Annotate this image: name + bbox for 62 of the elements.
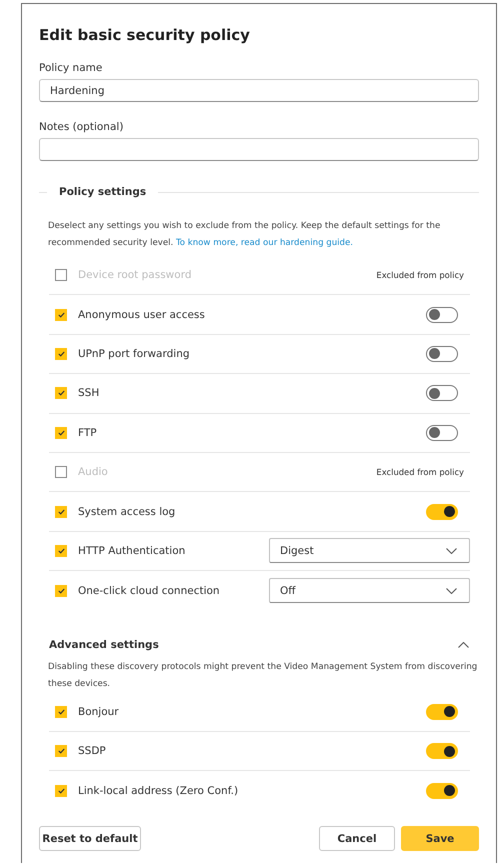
checkbox[interactable] bbox=[55, 269, 67, 282]
setting-label: HTTP Authentication bbox=[78, 544, 186, 557]
setting-label: SSDP bbox=[78, 745, 107, 758]
checkbox[interactable] bbox=[55, 348, 67, 360]
excluded-note: Excluded from policy bbox=[376, 467, 464, 478]
checkbox[interactable] bbox=[55, 584, 67, 597]
check-icon bbox=[58, 708, 64, 715]
dropdown[interactable]: Off bbox=[269, 578, 470, 604]
check-icon bbox=[58, 588, 64, 594]
setting-label: Bonjour bbox=[78, 706, 120, 718]
check-icon bbox=[58, 430, 64, 436]
setting-label: Anonymous user access bbox=[78, 308, 206, 321]
cancel-button[interactable]: Cancel bbox=[319, 826, 395, 851]
setting-label: Device root password bbox=[78, 269, 192, 282]
checkbox[interactable] bbox=[55, 506, 67, 518]
toggle-switch[interactable] bbox=[426, 704, 458, 720]
chevron-down-icon bbox=[446, 588, 457, 594]
reset-button[interactable]: Reset to default bbox=[39, 826, 141, 851]
setting-label: One-click cloud connection bbox=[78, 584, 221, 597]
description: Disabling these discovery protocols might prevent the Video Management System from discovering these devices. bbox=[48, 660, 478, 691]
toggle-switch[interactable] bbox=[426, 385, 458, 402]
setting-label: UPnP port forwarding bbox=[78, 348, 191, 360]
check-icon bbox=[58, 350, 64, 357]
notes-field[interactable] bbox=[39, 138, 479, 161]
check-icon bbox=[58, 788, 64, 794]
dropdown[interactable]: Digest bbox=[269, 538, 470, 564]
setting-label: FTP bbox=[78, 426, 98, 439]
check-icon bbox=[58, 748, 64, 754]
setting-label: Audio bbox=[78, 466, 109, 478]
toggle-switch[interactable] bbox=[426, 782, 458, 799]
dialog-title: Edit basic security policy bbox=[39, 26, 251, 44]
checkbox[interactable] bbox=[55, 544, 67, 557]
field-label: Policy name bbox=[39, 62, 104, 74]
checkbox[interactable] bbox=[55, 387, 67, 400]
description: Deselect any settings you wish to exclude from the policy. Keep the default settings for the recommended security level. To know more, read our hardening guide. bbox=[48, 220, 442, 250]
check-icon bbox=[58, 390, 64, 396]
hardening-guide-link[interactable]: To know more, read our hardening guide. bbox=[176, 238, 354, 248]
toggle-switch[interactable] bbox=[426, 504, 458, 520]
toggle-switch[interactable] bbox=[426, 346, 458, 362]
toggle-switch[interactable] bbox=[426, 743, 458, 760]
check-icon bbox=[58, 548, 64, 554]
chevron-down-icon bbox=[446, 548, 457, 554]
setting-label: System access log bbox=[78, 506, 176, 518]
section-title: Advanced settings bbox=[49, 638, 159, 651]
field-label: Notes (optional) bbox=[39, 121, 124, 133]
checkbox[interactable] bbox=[55, 706, 67, 718]
section-legend: Policy settings bbox=[59, 186, 146, 198]
checkbox[interactable] bbox=[55, 466, 67, 478]
check-icon bbox=[58, 508, 64, 515]
chevron-up-icon[interactable] bbox=[458, 642, 469, 648]
save-button[interactable]: Save bbox=[401, 826, 479, 851]
checkbox[interactable] bbox=[55, 784, 67, 797]
excluded-note: Excluded from policy bbox=[376, 270, 464, 280]
setting-label: Link-local address (Zero Conf.) bbox=[78, 784, 240, 797]
checkbox[interactable] bbox=[55, 308, 67, 321]
toggle-switch[interactable] bbox=[426, 424, 458, 441]
setting-label: SSH bbox=[78, 387, 100, 400]
toggle-switch[interactable] bbox=[426, 306, 458, 323]
policy-name-field[interactable]: Hardening bbox=[39, 79, 479, 102]
checkbox[interactable] bbox=[55, 745, 67, 758]
checkbox[interactable] bbox=[55, 426, 67, 439]
check-icon bbox=[58, 312, 64, 318]
